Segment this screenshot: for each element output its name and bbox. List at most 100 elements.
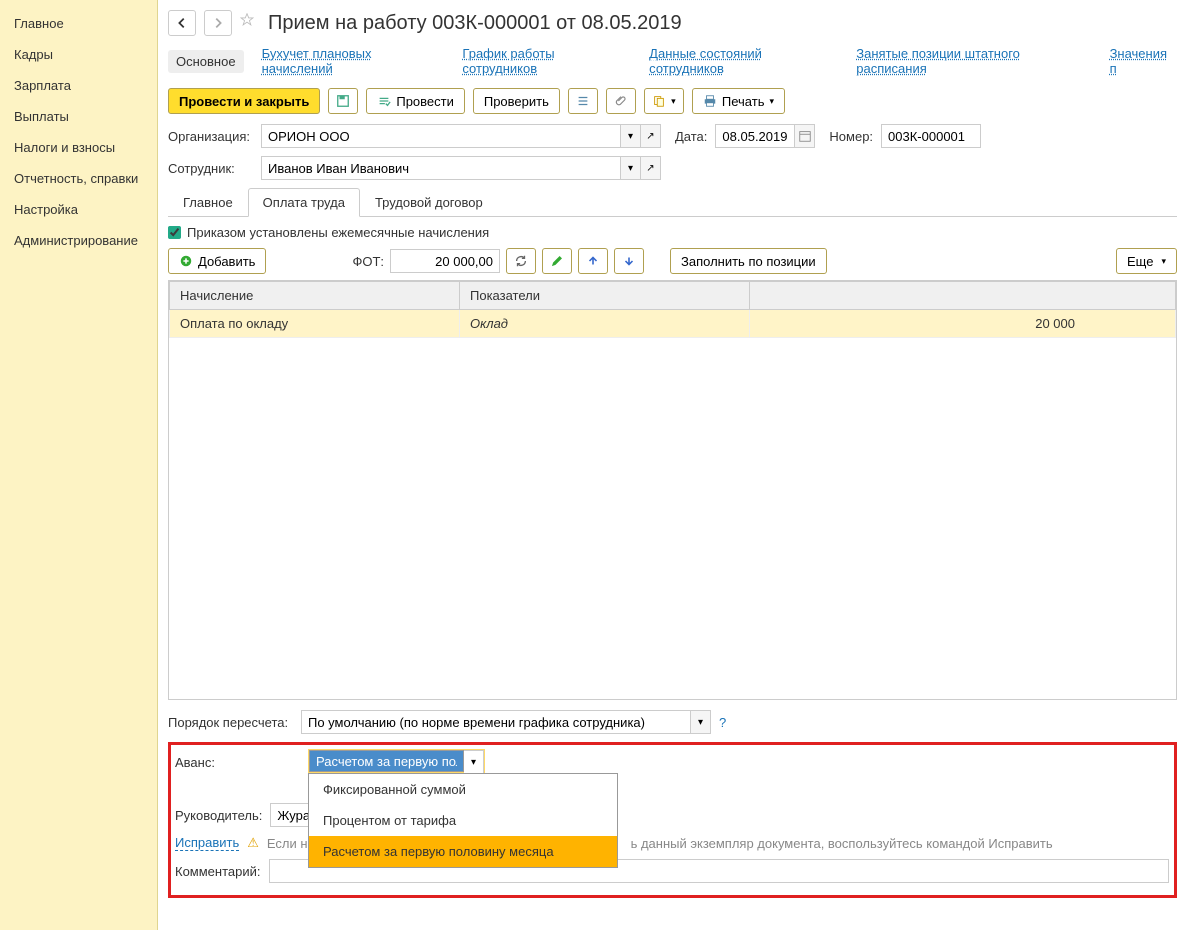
- org-input[interactable]: [261, 124, 621, 148]
- table-row[interactable]: Оплата по окладу Оклад 20 000: [170, 310, 1176, 338]
- cell-value: 20 000: [750, 310, 1176, 338]
- date-cal-btn[interactable]: [795, 124, 815, 148]
- main-content: Прием на работу 003К-000001 от 08.05.201…: [158, 0, 1177, 930]
- plus-icon: [179, 254, 193, 268]
- cell-indicator: Оклад: [460, 310, 750, 338]
- number-label: Номер:: [829, 129, 873, 144]
- org-dropdown-btn[interactable]: ▾: [621, 124, 641, 148]
- down-button[interactable]: [614, 248, 644, 274]
- link-tab-dannye[interactable]: Данные состояний сотрудников: [649, 46, 838, 76]
- provesti-button[interactable]: Провести: [366, 88, 465, 114]
- org-label: Организация:: [168, 129, 253, 144]
- calendar-icon: [798, 129, 812, 143]
- add-button[interactable]: Добавить: [168, 248, 266, 274]
- forward-button[interactable]: [204, 10, 232, 36]
- warn-text-2: ь данный экземпляр документа, воспользуй…: [631, 836, 1053, 851]
- toolbar: Провести и закрыть Провести Проверить ▾ …: [168, 88, 1177, 114]
- sidebar-item-zarplata[interactable]: Зарплата: [0, 70, 157, 101]
- checkbox-label: Приказом установлены ежемесячные начисле…: [187, 225, 489, 240]
- help-icon[interactable]: ?: [719, 715, 726, 730]
- arrow-right-icon: [211, 16, 225, 30]
- link-tab-main[interactable]: Основное: [168, 50, 244, 73]
- manager-label: Руководитель:: [175, 808, 262, 823]
- col-indicators[interactable]: Показатели: [460, 282, 750, 310]
- link-tabs: Основное Бухучет плановых начислений Гра…: [168, 46, 1177, 76]
- recalc-label: Порядок пересчета:: [168, 715, 293, 730]
- refresh-icon: [514, 254, 528, 268]
- advance-dropdown: Фиксированной суммой Процентом от тарифа…: [308, 773, 618, 868]
- provesti-label: Провести: [396, 94, 454, 109]
- edit-button[interactable]: [542, 248, 572, 274]
- employee-dropdown-btn[interactable]: ▾: [621, 156, 641, 180]
- refresh-button[interactable]: [506, 248, 536, 274]
- arrow-left-icon: [175, 16, 189, 30]
- org-open-btn[interactable]: ↗: [641, 124, 661, 148]
- pencil-icon: [550, 254, 564, 268]
- more-label: Еще: [1127, 254, 1153, 269]
- sidebar-item-admin[interactable]: Администрирование: [0, 225, 157, 256]
- list-icon: [576, 94, 590, 108]
- sidebar-item-kadry[interactable]: Кадры: [0, 39, 157, 70]
- link-tab-grafik[interactable]: График работы сотрудников: [462, 46, 631, 76]
- link-tab-znacheniya[interactable]: Значения п: [1110, 46, 1177, 76]
- warn-text-1: Если н: [267, 836, 308, 851]
- fill-button[interactable]: Заполнить по позиции: [670, 248, 827, 274]
- advance-input[interactable]: [309, 750, 464, 772]
- sidebar: Главное Кадры Зарплата Выплаты Налоги и …: [0, 0, 158, 930]
- star-icon[interactable]: [240, 13, 260, 33]
- save-close-button[interactable]: Провести и закрыть: [168, 88, 320, 114]
- tab-contract[interactable]: Трудовой договор: [360, 188, 498, 217]
- table-container: Начисление Показатели Оплата по окладу О…: [168, 280, 1177, 700]
- advance-option-percent[interactable]: Процентом от тарифа: [309, 805, 617, 836]
- highlighted-section: Аванс: ▾ Фиксированной суммой Процентом …: [168, 742, 1177, 898]
- advance-option-calc[interactable]: Расчетом за первую половину месяца: [309, 836, 617, 867]
- recalc-input[interactable]: [301, 710, 691, 734]
- save-button[interactable]: [328, 88, 358, 114]
- date-label: Дата:: [675, 129, 707, 144]
- more-button[interactable]: Еще▾: [1116, 248, 1177, 274]
- fot-input[interactable]: [390, 249, 500, 273]
- check-button[interactable]: Проверить: [473, 88, 560, 114]
- list-button[interactable]: [568, 88, 598, 114]
- arrow-down-icon: [622, 254, 636, 268]
- tab-main[interactable]: Главное: [168, 188, 248, 217]
- fix-link[interactable]: Исправить: [175, 835, 239, 851]
- tabs: Главное Оплата труда Трудовой договор: [168, 188, 1177, 217]
- sidebar-item-nastroika[interactable]: Настройка: [0, 194, 157, 225]
- back-button[interactable]: [168, 10, 196, 36]
- cell-accrual: Оплата по окладу: [170, 310, 460, 338]
- sidebar-item-nalogi[interactable]: Налоги и взносы: [0, 132, 157, 163]
- tab-payment[interactable]: Оплата труда: [248, 188, 360, 217]
- sidebar-item-otchetnost[interactable]: Отчетность, справки: [0, 163, 157, 194]
- attach-button[interactable]: [606, 88, 636, 114]
- advance-label: Аванс:: [175, 755, 300, 770]
- save-icon: [336, 94, 350, 108]
- check-icon: [377, 94, 391, 108]
- employee-open-btn[interactable]: ↗: [641, 156, 661, 180]
- print-icon: [703, 94, 717, 108]
- sidebar-item-main[interactable]: Главное: [0, 8, 157, 39]
- print-button[interactable]: Печать▾: [692, 88, 785, 114]
- order-checkbox[interactable]: [168, 226, 181, 239]
- advance-dropdown-btn[interactable]: ▾: [464, 750, 484, 774]
- sidebar-item-vyplaty[interactable]: Выплаты: [0, 101, 157, 132]
- col-accrual[interactable]: Начисление: [170, 282, 460, 310]
- add-label: Добавить: [198, 254, 255, 269]
- col-value[interactable]: [750, 282, 1176, 310]
- up-button[interactable]: [578, 248, 608, 274]
- warning-icon: ⚠: [247, 835, 259, 851]
- link-tab-pozicii[interactable]: Занятые позиции штатного расписания: [856, 46, 1091, 76]
- advance-option-fixed[interactable]: Фиксированной суммой: [309, 774, 617, 805]
- employee-label: Сотрудник:: [168, 161, 253, 176]
- link-tab-bukhuchet[interactable]: Бухучет плановых начислений: [262, 46, 445, 76]
- arrow-up-icon: [586, 254, 600, 268]
- print-label: Печать: [722, 94, 765, 109]
- number-input[interactable]: [881, 124, 981, 148]
- recalc-dropdown-btn[interactable]: ▾: [691, 710, 711, 734]
- copy-button[interactable]: ▾: [644, 88, 684, 114]
- page-title: Прием на работу 003К-000001 от 08.05.201…: [268, 12, 682, 35]
- comment-label: Комментарий:: [175, 864, 261, 879]
- employee-input[interactable]: [261, 156, 621, 180]
- date-input[interactable]: [715, 124, 795, 148]
- accruals-table: Начисление Показатели Оплата по окладу О…: [169, 281, 1176, 338]
